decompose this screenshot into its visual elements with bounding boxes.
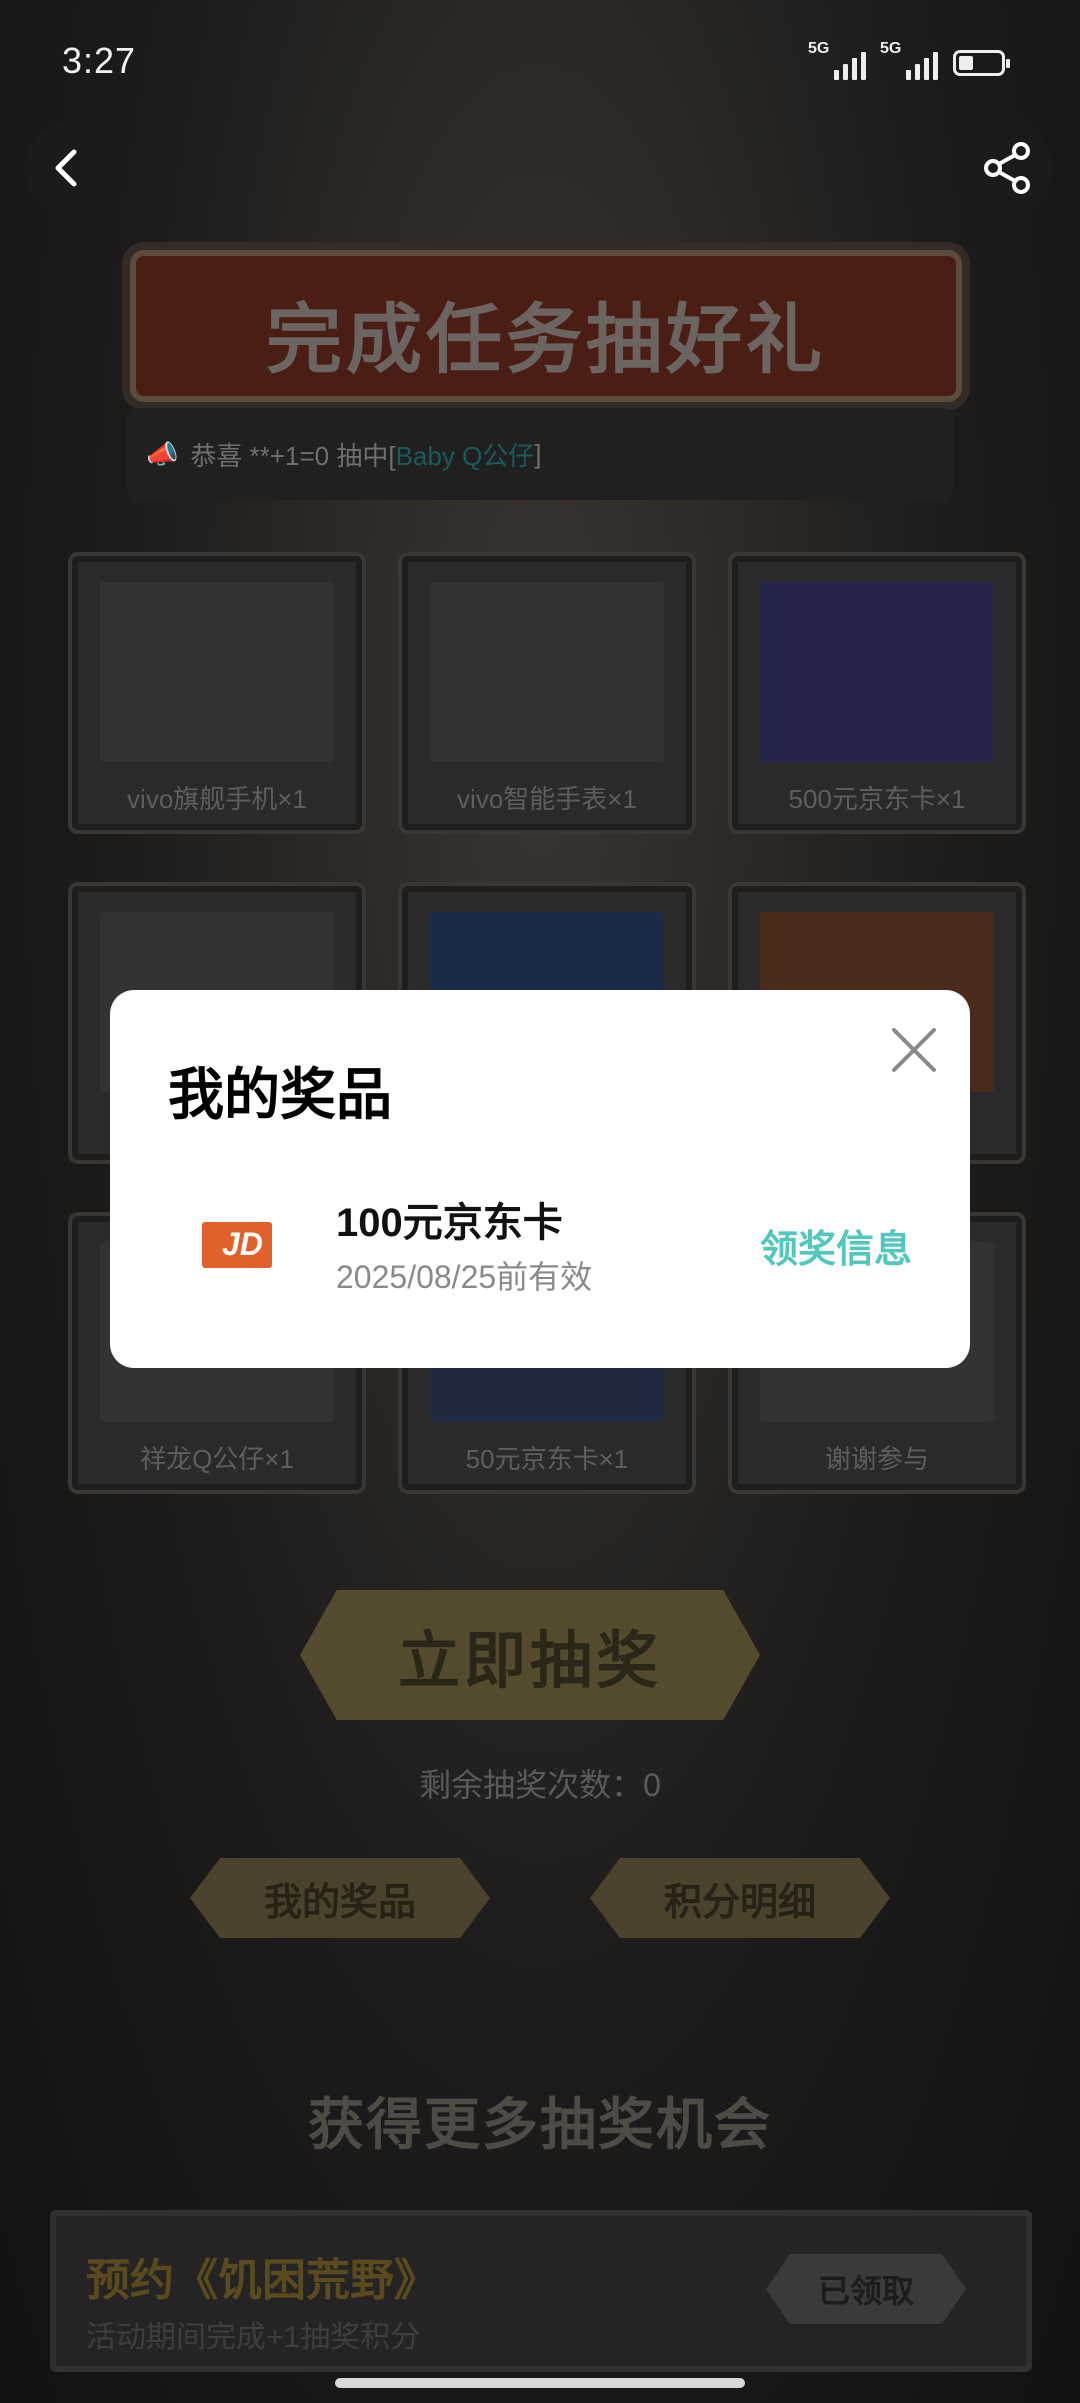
chevron-left-icon — [55, 149, 77, 187]
jd-card-image — [760, 582, 994, 762]
close-icon — [892, 1028, 936, 1072]
remaining-draws: 剩余抽奖次数：0 — [419, 1767, 661, 1803]
prize-expiry: 2025/08/25前有效 — [336, 1259, 593, 1295]
prize-name: 100元京东卡 — [336, 1201, 563, 1245]
signal-icon: 5G — [808, 40, 866, 80]
megaphone-icon: 📣 — [146, 438, 179, 469]
banner-title: 完成任务抽好礼 — [266, 298, 826, 383]
clock: 3:27 — [62, 40, 137, 81]
more-chances-title: 获得更多抽奖机会 — [308, 2093, 772, 2156]
task-title: 预约《饥困荒野》 — [86, 2256, 438, 2305]
share-icon — [984, 142, 1030, 194]
battery-icon — [953, 50, 1010, 76]
task-card: 预约《饥困荒野》 活动期间完成+1抽奖积分 已领取 — [50, 2210, 1032, 2372]
prize-cell: vivo旗舰手机×1 — [72, 556, 362, 830]
my-prizes-dialog: 我的奖品 JD 100元京东卡 2025/08/25前有效 领奖信息 — [110, 990, 970, 1368]
claim-info-link[interactable]: 领奖信息 — [760, 1218, 912, 1273]
watch-image — [430, 582, 664, 762]
points-detail-button[interactable]: 积分明细 — [590, 1858, 890, 1938]
draw-button[interactable]: 立即抽奖 — [300, 1590, 760, 1720]
title-banner: 完成任务抽好礼 — [130, 250, 962, 402]
prize-cell: 500元京东卡×1 — [732, 556, 1022, 830]
jd-logo-icon: JD — [222, 1226, 263, 1262]
winner-ticker: 📣 恭喜 **+1=0 抽中[ Baby Q公仔 ] — [126, 408, 954, 500]
home-indicator[interactable] — [335, 2378, 745, 2388]
signal-icon: 5G — [880, 40, 938, 80]
back-button[interactable] — [24, 124, 112, 212]
status-bar: 3:27 5G 5G — [0, 0, 1080, 130]
my-prizes-button[interactable]: 我的奖品 — [190, 1858, 490, 1938]
jd-card-thumbnail: JD — [202, 1222, 272, 1268]
task-status-button[interactable]: 已领取 — [766, 2254, 966, 2324]
dialog-title: 我的奖品 — [168, 1063, 392, 1126]
task-desc: 活动期间完成+1抽奖积分 — [86, 2321, 421, 2354]
close-button[interactable] — [888, 1024, 940, 1076]
prize-cell: vivo智能手表×1 — [402, 556, 692, 830]
phone-image — [100, 582, 334, 762]
share-button[interactable] — [964, 124, 1052, 212]
